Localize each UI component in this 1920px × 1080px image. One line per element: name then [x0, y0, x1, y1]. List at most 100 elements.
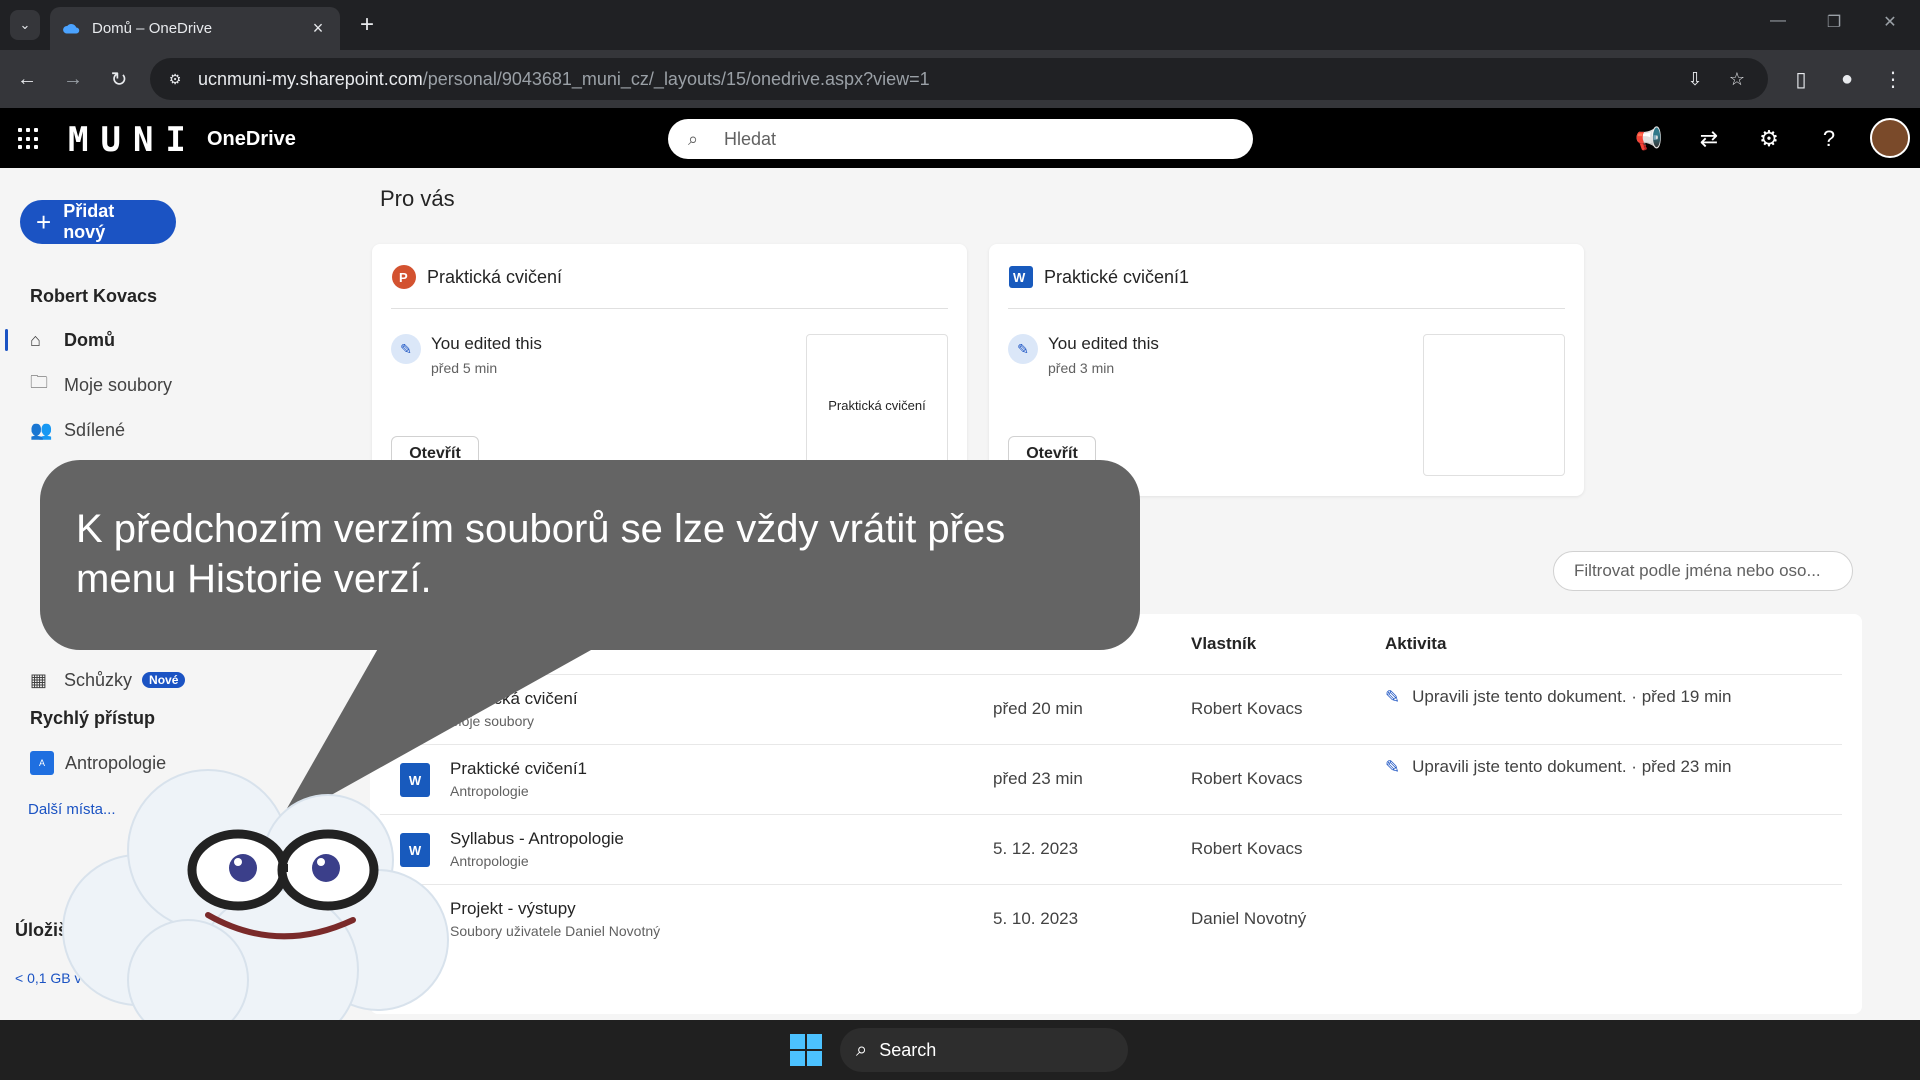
speech-bubble: K předchozím verzím souborů se lze vždy … [40, 460, 1140, 650]
table-row[interactable]: W Syllabus - Antropologie Antropologie 5… [380, 814, 1842, 884]
browser-tab[interactable]: Domů – OneDrive × [50, 7, 340, 50]
pencil-icon: ✎ [1385, 687, 1401, 707]
card-header: P Praktická cvičení [391, 264, 562, 290]
powerpoint-icon: P [392, 265, 416, 289]
card-activity: ✎ You edited this před 3 min [1008, 334, 1159, 376]
side-panel-icon[interactable]: ▯ [1786, 64, 1816, 94]
app-launcher-icon[interactable] [18, 128, 40, 150]
reload-icon[interactable]: ↻ [104, 64, 134, 94]
recent-files-table: Název Otevřeno Vlastník Aktivita P Prakt… [370, 614, 1862, 1014]
cloud-mascot [62, 769, 449, 1040]
brand-logo[interactable]: MUNI [68, 120, 198, 160]
filter-input[interactable]: Filtrovat podle jména nebo oso... [1553, 551, 1853, 591]
recommended-card[interactable]: W Praktické cvičení1 ✎ You edited this p… [989, 244, 1584, 496]
onedrive-icon [63, 23, 80, 33]
settings-gear-icon[interactable]: ⚙ [1754, 124, 1784, 154]
menu-icon[interactable]: ⋮ [1878, 64, 1908, 94]
table-row[interactable]: P Praktická cvičení Moje soubory před 20… [380, 674, 1842, 744]
card-title[interactable]: Praktická cvičení [427, 267, 562, 288]
search-icon: ⌕ [856, 1038, 868, 1061]
activity-text: Upravili jste tento dokument. · před 23 … [1412, 757, 1732, 776]
file-thumbnail[interactable] [1423, 334, 1565, 476]
divider [391, 308, 948, 309]
svg-text:P: P [399, 270, 408, 285]
restore-icon[interactable]: ❐ [1822, 12, 1846, 32]
bookmark-star-icon[interactable]: ☆ [1722, 64, 1752, 94]
nav-item-label: Sdílené [64, 419, 126, 440]
file-opened: před 23 min [993, 769, 1083, 788]
tab-search-button[interactable]: ⌄ [10, 10, 40, 40]
url-text[interactable]: ucnmuni-my.sharepoint.com/personal/90436… [198, 69, 1668, 90]
column-header-owner[interactable]: Vlastník [1191, 634, 1256, 654]
add-new-label: Přidat nový [63, 201, 115, 242]
home-icon: ⌂ [30, 329, 41, 350]
file-owner: Robert Kovacs [1191, 699, 1303, 718]
minimize-icon[interactable]: — [1766, 12, 1790, 30]
tab-title: Domů – OneDrive [92, 20, 213, 37]
new-tab-button[interactable]: + [352, 10, 382, 40]
activity-text: You edited this [1048, 334, 1159, 353]
nav-item-meetings[interactable]: ▦ Schůzky Nové [30, 665, 186, 695]
pencil-icon: ✎ [1385, 757, 1401, 777]
share-people-icon[interactable]: ⇄ [1694, 124, 1724, 154]
add-new-button[interactable]: + Přidat nový [20, 200, 176, 244]
search-icon: ⌕ [688, 128, 699, 149]
address-bar[interactable]: ⚙ ucnmuni-my.sharepoint.com/personal/904… [150, 58, 1768, 100]
taskbar-search[interactable]: ⌕ Search [840, 1028, 1128, 1072]
activity-text: Upravili jste tento dokument. · před 19 … [1412, 687, 1732, 706]
browser-toolbar: ← → ↻ ⚙ ucnmuni-my.sharepoint.com/person… [0, 50, 1920, 108]
column-header-activity[interactable]: Aktivita [1385, 634, 1446, 654]
recommended-card[interactable]: P Praktická cvičení ✎ You edited this př… [372, 244, 967, 496]
file-thumbnail[interactable]: Praktická cvičení [806, 334, 948, 476]
calendar-icon: ▦ [30, 669, 48, 690]
nav-item-label: Schůzky [64, 669, 133, 690]
file-owner: Robert Kovacs [1191, 839, 1303, 858]
search-input[interactable]: ⌕ Hledat [668, 119, 1253, 159]
file-opened: 5. 10. 2023 [993, 909, 1079, 928]
table-row[interactable]: W Praktické cvičení1 Antropologie před 2… [380, 744, 1842, 814]
active-indicator [5, 329, 8, 351]
app-name[interactable]: OneDrive [207, 128, 296, 151]
nav-item-label: Domů [64, 329, 115, 350]
search-placeholder: Hledat [724, 128, 777, 149]
file-location: Soubory uživatele Daniel Novotný [450, 923, 661, 939]
forward-icon[interactable]: → [58, 64, 88, 94]
people-icon: 👥 [30, 419, 53, 440]
file-opened: před 20 min [993, 699, 1083, 718]
card-activity: ✎ You edited this před 5 min [391, 334, 542, 376]
card-title[interactable]: Praktické cvičení1 [1044, 267, 1189, 288]
table-row[interactable]: W Projekt - výstupy Soubory uživatele Da… [380, 884, 1842, 954]
help-icon[interactable]: ? [1814, 124, 1844, 154]
section-title: Pro vás [380, 186, 455, 211]
pencil-icon: ✎ [391, 334, 421, 364]
nav-item-shared[interactable]: 👥 Sdílené [30, 415, 125, 445]
word-icon: W [1009, 266, 1033, 288]
plus-icon: + [36, 206, 52, 237]
pencil-icon: ✎ [1008, 334, 1038, 364]
file-activity: ✎ Upravili jste tento dokument. · před 23… [1385, 757, 1805, 778]
activity-text: You edited this [431, 334, 542, 353]
svg-text:W: W [1013, 270, 1026, 285]
nav-item-label: Moje soubory [64, 374, 173, 395]
file-owner: Robert Kovacs [1191, 769, 1303, 788]
file-owner: Daniel Novotný [1191, 909, 1307, 928]
profile-icon[interactable]: ● [1832, 64, 1862, 94]
avatar[interactable] [1870, 118, 1910, 158]
browser-tabstrip: ⌄ Domů – OneDrive × + — ❐ ✕ [0, 0, 1920, 50]
taskbar: ⌕ Search [0, 1020, 1920, 1080]
megaphone-icon[interactable]: 📢 [1634, 124, 1664, 154]
divider [1008, 308, 1565, 309]
quick-access-title: Rychlý přístup [30, 708, 156, 728]
back-icon[interactable]: ← [12, 64, 42, 94]
close-window-icon[interactable]: ✕ [1878, 12, 1902, 32]
taskbar-search-label: Search [879, 1039, 937, 1060]
activity-time: před 5 min [431, 360, 498, 376]
windows-start-icon[interactable] [790, 1034, 822, 1066]
site-info-icon[interactable]: ⚙ [164, 68, 186, 90]
card-header: W Praktické cvičení1 [1008, 264, 1189, 290]
install-app-icon[interactable]: ⇩ [1680, 64, 1710, 94]
new-badge: Nové [142, 672, 186, 688]
nav-item-home[interactable]: ⌂ Domů [30, 325, 115, 355]
nav-item-my-files[interactable]: 🗀 Moje soubory [30, 370, 172, 400]
close-tab-icon[interactable]: × [308, 18, 328, 39]
